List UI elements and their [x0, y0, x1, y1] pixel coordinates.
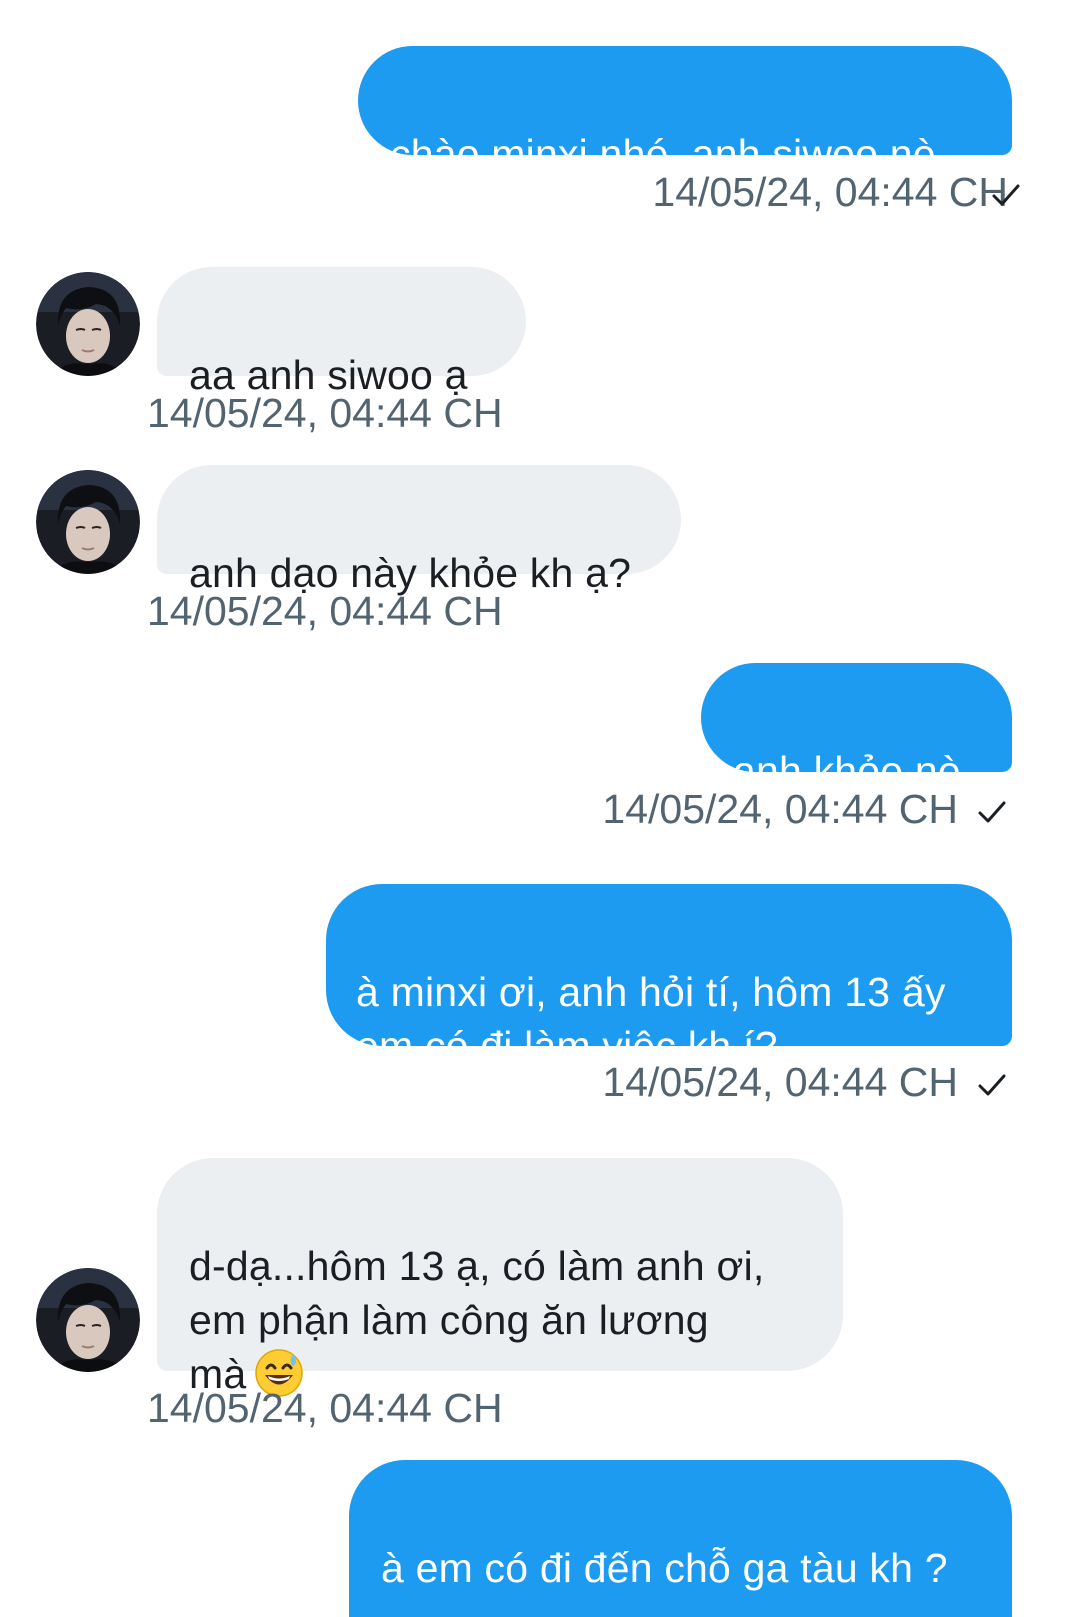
sent-message-bubble[interactable]: à em có đi đến chỗ ga tàu kh ?	[349, 1460, 1012, 1617]
sent-message-bubble[interactable]: à minxi ơi, anh hỏi tí, hôm 13 ấy em có …	[326, 884, 1012, 1069]
message-text: à minxi ơi, anh hỏi tí, hôm 13 ấy em có …	[356, 969, 946, 1069]
message-timestamp: 14/05/24, 04:44 CH	[147, 390, 503, 436]
checkmark-icon	[992, 184, 1020, 206]
contact-avatar[interactable]	[36, 470, 140, 574]
received-message-bubble[interactable]: anh dạo này khỏe kh ạ?	[157, 465, 681, 596]
contact-avatar[interactable]	[36, 1268, 140, 1372]
received-message-bubble[interactable]: aa anh siwoo ạ	[157, 267, 526, 398]
sent-message-bubble[interactable]: anh khỏe nè	[701, 663, 1012, 794]
contact-avatar[interactable]	[36, 272, 140, 376]
message-timestamp: 14/05/24, 04:44 CH	[602, 1059, 958, 1105]
chat-thread: chào minxi nhé, anh siwoo nè 14/05/24, 0…	[0, 0, 1080, 1617]
checkmark-icon	[978, 1074, 1006, 1096]
message-timestamp: 14/05/24, 04:44 CH	[652, 169, 1008, 215]
message-timestamp: 14/05/24, 04:44 CH	[147, 1385, 503, 1431]
sent-message-bubble[interactable]: chào minxi nhé, anh siwoo nè	[358, 46, 1012, 177]
received-message-bubble[interactable]: d-dạ...hôm 13 ạ, có làm anh ơi, em phận …	[157, 1158, 843, 1397]
message-timestamp: 14/05/24, 04:44 CH	[602, 786, 958, 832]
message-text: à em có đi đến chỗ ga tàu kh ?	[381, 1545, 948, 1591]
message-timestamp: 14/05/24, 04:44 CH	[147, 588, 503, 634]
checkmark-icon	[978, 801, 1006, 823]
